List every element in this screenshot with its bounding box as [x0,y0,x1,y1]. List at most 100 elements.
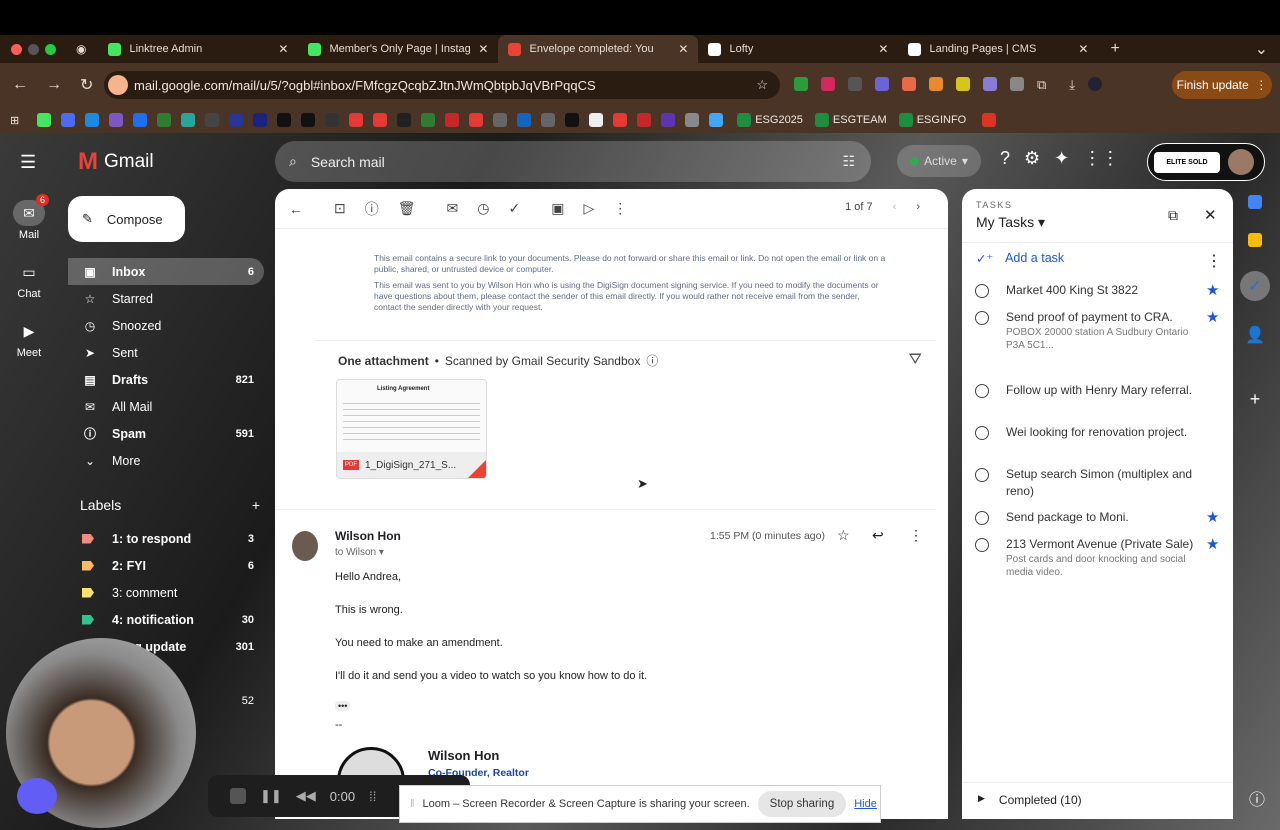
close-tab-icon[interactable]: ✕ [1078,42,1088,56]
bookmark-icon[interactable] [685,113,700,127]
starred-icon[interactable]: ★ [1206,536,1224,579]
task-item[interactable]: Setup search Simon (multiplex and reno) [974,466,1224,500]
starred-icon[interactable]: ★ [1206,309,1224,352]
bookmark-pdf-icon[interactable] [982,113,997,127]
new-tab-button[interactable]: + [1110,40,1119,58]
extension-icon[interactable] [956,77,970,91]
bookmark-icon[interactable] [133,113,148,127]
browser-tab[interactable]: Lofty ✕ [698,35,898,63]
bookmark-icon[interactable] [109,113,124,127]
star-icon[interactable]: ☆ [837,527,850,544]
bookmark-folder[interactable]: ESGINFO [898,113,966,127]
profile-avatar[interactable] [1088,77,1103,91]
recipient-dropdown[interactable]: to Wilson ▾ [335,547,384,558]
rail-chat[interactable]: ▭ Chat [0,259,58,301]
site-info-icon[interactable] [108,75,128,95]
extension-icon[interactable] [794,77,808,91]
stop-sharing-button[interactable]: Stop sharing [757,791,847,817]
bookmark-folder[interactable]: ESG2025 [737,113,803,127]
forward-button[interactable]: → [46,76,62,94]
extension-icon[interactable] [848,77,862,91]
close-tab-icon[interactable]: ✕ [878,42,888,56]
bookmark-icon[interactable] [229,113,244,127]
starred-icon[interactable]: ★ [1206,282,1224,299]
tab-search-button[interactable]: ⌄ [1255,39,1268,59]
download-icon[interactable]: ⤓ [1069,77,1075,93]
close-tab-icon[interactable]: ✕ [278,42,288,56]
help-icon[interactable]: ? [1000,148,1010,169]
address-bar[interactable]: mail.google.com/mail/u/5/?ogbl#inbox/FMf… [104,71,780,99]
restart-button[interactable]: ◀◀ [296,788,316,804]
snooze-icon[interactable]: ◷ [477,200,489,217]
gmail-logo[interactable]: M Gmail [78,148,154,176]
close-tab-icon[interactable]: ✕ [478,42,488,56]
search-options-icon[interactable]: ☷ [842,153,855,170]
task-item[interactable]: Market 400 King St 3822 ★ [974,282,1224,299]
move-to-icon[interactable]: ▣ [551,200,564,217]
loom-button[interactable] [17,778,57,814]
bookmark-icon[interactable] [493,113,508,127]
task-options-icon[interactable]: ⋮ [1206,251,1222,271]
archive-icon[interactable]: ⊡ [334,200,346,217]
extension-icon[interactable] [875,77,889,91]
extension-icon[interactable] [983,77,997,91]
bookmark-icon[interactable] [349,113,364,127]
completed-toggle[interactable]: ▶ Completed (10) [978,793,1082,807]
bookmark-icon[interactable] [205,113,220,127]
task-checkbox[interactable] [975,426,989,440]
bookmark-icon[interactable] [397,113,412,127]
star-placeholder[interactable] [1206,424,1224,441]
newer-button[interactable]: ‹ [893,201,897,213]
bookmark-icon[interactable] [277,113,292,127]
task-item[interactable]: Follow up with Henry Mary referral. [974,382,1224,399]
report-spam-icon[interactable]: ⓘ [365,199,379,219]
label-icon[interactable]: ▷ [583,200,594,217]
bookmark-icon[interactable] [373,113,388,127]
starred-icon[interactable]: ★ [1206,509,1224,526]
task-item[interactable]: 213 Vermont Avenue (Private Sale) Post ca… [974,536,1224,579]
label-item[interactable]: 3: comment [68,579,264,606]
maximize-window-button[interactable] [45,43,56,55]
drag-handle-icon[interactable]: ⁞⁞ [369,789,376,804]
minimize-window-button[interactable] [28,43,39,55]
show-trimmed-button[interactable]: ••• [335,701,351,711]
reply-icon[interactable]: ↩ [872,527,884,544]
task-checkbox[interactable] [975,384,989,398]
bookmark-star-icon[interactable]: ☆ [756,77,768,93]
get-addons-icon[interactable]: + [1250,389,1261,410]
bookmark-icon[interactable] [157,113,172,127]
calendar-icon[interactable] [1248,195,1262,209]
extension-icon[interactable] [1010,77,1024,91]
add-label-button[interactable]: + [252,497,260,513]
pause-button[interactable]: ❚❚ [260,788,282,804]
bookmark-icon[interactable] [445,113,460,127]
attachment-thumbnail[interactable]: Listing Agreement PDF 1_DigiSign_271_S... [336,379,487,479]
search-input[interactable]: ⌕ Search mail ☷ [275,141,871,182]
task-checkbox[interactable] [975,511,989,525]
finish-update-button[interactable]: Finish update ⋮ [1172,71,1272,99]
compose-button[interactable]: ✎ Compose [68,196,185,242]
drag-handle-icon[interactable]: ‖ [410,798,415,810]
extension-icon[interactable] [902,77,916,91]
gear-icon[interactable]: ⚙ [1024,148,1040,169]
bookmark-icon[interactable] [613,113,628,127]
bookmark-icon[interactable] [589,113,604,127]
google-apps-icon[interactable]: ⋮⋮ [1083,148,1119,169]
delete-icon[interactable]: 🗑 [398,200,416,217]
mark-unread-icon[interactable]: ✉ [447,200,459,217]
bookmark-icon[interactable] [469,113,484,127]
more-icon[interactable]: ⋮ [613,200,627,217]
account-switcher[interactable]: ELITE SOLD [1147,143,1265,181]
bookmark-icon[interactable] [517,113,532,127]
task-item[interactable]: Send package to Moni. ★ [974,509,1224,526]
back-to-inbox-icon[interactable]: ← [289,201,303,217]
rail-mail[interactable]: ✉ 6 Mail [0,194,58,241]
nav-item-snoozed[interactable]: ◷ Snoozed [68,312,264,339]
task-checkbox[interactable] [975,468,989,482]
bookmark-icon[interactable] [253,113,268,127]
bookmark-icon[interactable] [301,113,316,127]
extension-icon[interactable] [929,77,943,91]
nav-item-starred[interactable]: ☆ Starred [68,285,264,312]
apps-grid-icon[interactable]: ⊞ [10,114,19,127]
older-button[interactable]: › [916,201,920,213]
